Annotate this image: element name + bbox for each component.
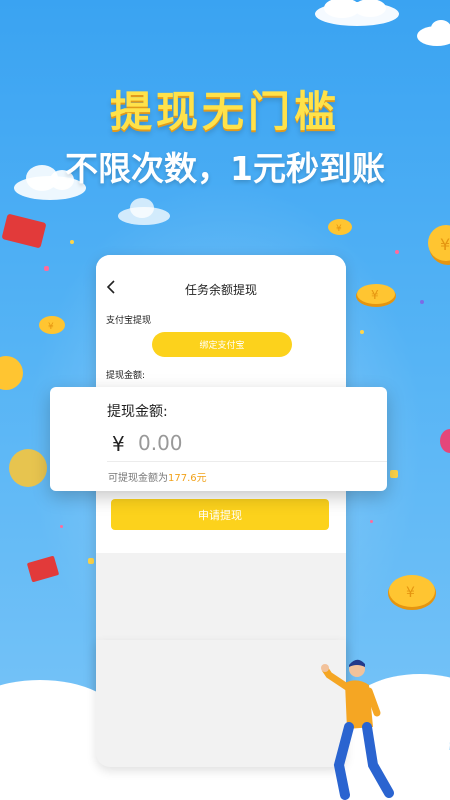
coin-icon: ¥: [39, 316, 65, 334]
amount-card: 提现金额: ¥ 可提现金额为177.6元: [50, 387, 387, 491]
alipay-section-label: 支付宝提现: [106, 316, 152, 326]
amount-input[interactable]: [138, 428, 338, 458]
coin-icon: [9, 449, 47, 487]
available-amount-text: 可提现金额为177.6元: [108, 469, 207, 484]
confetti: [88, 558, 94, 564]
cloud-right: [417, 20, 450, 46]
svg-text:¥: ¥: [48, 322, 54, 332]
cloud-middle: [118, 198, 170, 225]
coin-icon: [0, 356, 23, 390]
svg-text:¥: ¥: [440, 235, 450, 254]
red-envelope-icon: [2, 214, 46, 248]
divider: [107, 461, 387, 462]
confetti: [44, 266, 49, 271]
confetti: [395, 250, 399, 254]
coin-icon: ¥: [428, 225, 450, 265]
confetti: [60, 525, 63, 528]
confetti: [420, 300, 424, 304]
svg-text:¥: ¥: [406, 585, 415, 601]
available-amount: 177.6元: [168, 473, 207, 484]
person-illustration: [321, 659, 394, 800]
confetti: [360, 330, 364, 334]
banner-subheadline: 不限次数，1元秒到账: [65, 149, 385, 188]
confetti: [370, 520, 373, 523]
cloud-top-right: [315, 0, 399, 26]
svg-text:¥: ¥: [371, 288, 379, 302]
confetti: [390, 470, 398, 478]
phone-screen-lower: [96, 640, 346, 767]
currency-symbol: ¥: [112, 432, 125, 456]
red-envelope-icon: [27, 556, 59, 582]
confetti: [70, 240, 74, 244]
amount-label: 提现金额:: [106, 371, 146, 381]
available-prefix: 可提现金额为: [108, 473, 168, 484]
bind-alipay-button[interactable]: 绑定支付宝: [152, 332, 292, 357]
page-title: 任务余额提现: [184, 283, 257, 297]
banner-headline: 提现无门槛: [109, 87, 340, 136]
coin-icon: ¥: [388, 575, 436, 610]
coin-icon: ¥: [328, 219, 352, 235]
balloon-icon: [440, 429, 450, 453]
svg-text:¥: ¥: [336, 224, 342, 234]
apply-withdraw-button[interactable]: 申请提现: [111, 499, 329, 530]
coin-icon: ¥: [356, 284, 396, 307]
amount-card-label: 提现金额:: [107, 404, 168, 420]
